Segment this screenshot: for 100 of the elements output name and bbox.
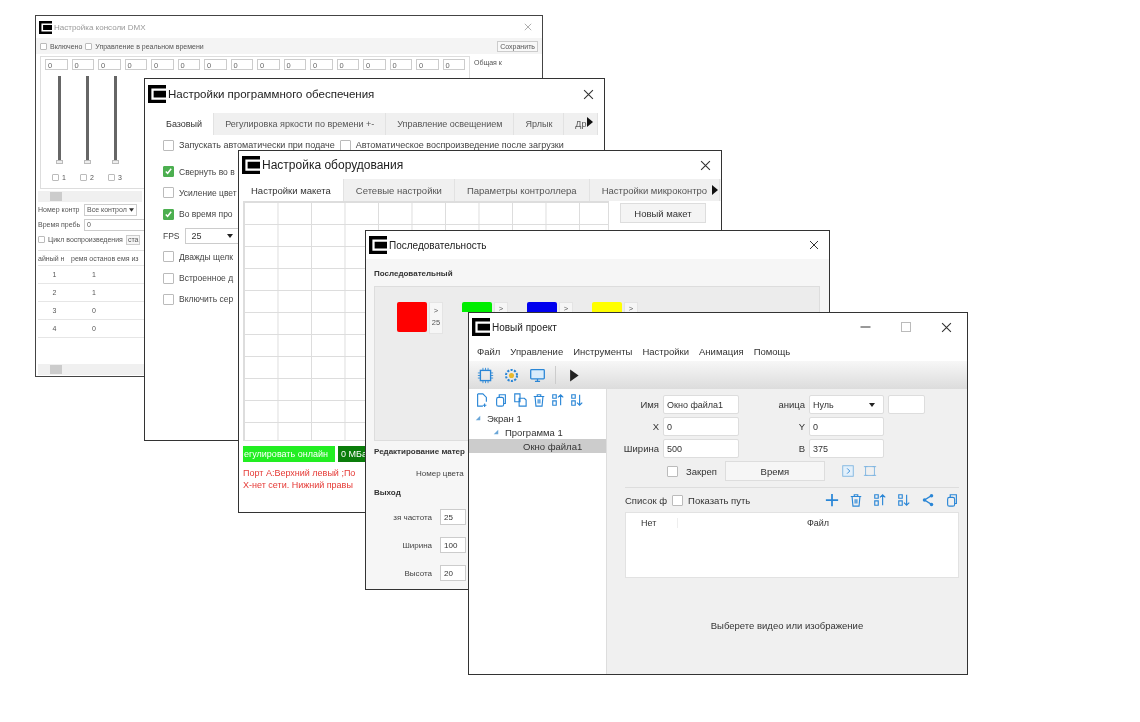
checkbox-label: Запускать автоматически при подаче: [179, 140, 335, 150]
copy-icon[interactable]: [494, 393, 508, 407]
checkbox-label: Закреп: [686, 465, 717, 477]
dropdown-icon: [226, 233, 233, 238]
field-label: зя частота: [392, 512, 432, 522]
copy-icon[interactable]: [945, 493, 959, 507]
duplicate-icon[interactable]: [513, 393, 527, 407]
field-label: Высота: [403, 568, 432, 578]
checkbox[interactable]: [163, 208, 174, 220]
slider-thumb[interactable]: [111, 160, 119, 164]
checkbox[interactable]: [52, 174, 60, 181]
color-swatch[interactable]: [527, 302, 557, 312]
checkbox-label: Свернуть во в: [179, 166, 235, 177]
close-icon: [524, 23, 532, 31]
logo-icon: [472, 318, 490, 336]
field-label: Ширина: [401, 540, 432, 550]
field-label: Y: [797, 421, 805, 432]
monitor-icon[interactable]: [529, 366, 546, 384]
gear-icon[interactable]: [503, 366, 520, 384]
menu-item[interactable]: Помощь: [753, 345, 791, 357]
checkbox[interactable]: [672, 494, 684, 506]
menu-item[interactable]: Инструменты: [573, 345, 633, 357]
y-field[interactable]: 0: [809, 417, 884, 436]
menu-item[interactable]: Управление: [510, 345, 564, 357]
menu-item[interactable]: Настройки: [642, 345, 689, 357]
dropdown-icon: [869, 402, 875, 407]
fit-icon[interactable]: [840, 464, 855, 478]
sort-down-icon[interactable]: [897, 493, 911, 507]
scrollbar[interactable]: [38, 191, 142, 202]
sort-down-icon[interactable]: [570, 393, 584, 407]
scrollbar[interactable]: [38, 364, 146, 375]
section-title: Последовательный: [374, 269, 453, 278]
menu-item[interactable]: Файл: [477, 345, 501, 357]
frame-icon[interactable]: [862, 464, 877, 478]
name-field[interactable]: Окно файла1: [663, 395, 739, 414]
chip-icon[interactable]: [477, 366, 494, 384]
checkbox-label: Показать путь: [688, 494, 751, 506]
field-label: В: [797, 443, 805, 454]
slider-thumb[interactable]: [55, 160, 63, 164]
checkbox[interactable]: [163, 251, 174, 263]
close-icon: [941, 321, 952, 333]
time-button[interactable]: Время: [724, 461, 825, 481]
checkbox[interactable]: [163, 293, 174, 305]
checkbox[interactable]: [163, 272, 174, 284]
column-header: Нет: [626, 518, 678, 528]
slider-track[interactable]: [57, 76, 61, 164]
slider-track[interactable]: [85, 76, 89, 164]
add-icon[interactable]: [825, 493, 839, 507]
checkbox[interactable]: [163, 166, 174, 178]
logo-icon: [369, 236, 387, 254]
border-select[interactable]: Нуль: [809, 395, 884, 414]
new-file-icon[interactable]: [475, 393, 489, 407]
checkbox[interactable]: [163, 187, 174, 199]
tree-item[interactable]: Программа 1: [469, 425, 606, 439]
window-title: Настройка консоли DMX: [54, 22, 146, 32]
checkbox-label: Во время про: [179, 209, 233, 220]
logo-icon: [39, 20, 52, 34]
checkbox[interactable]: [80, 174, 88, 181]
checkbox[interactable]: [108, 174, 116, 181]
expand-icon[interactable]: [493, 429, 499, 435]
input-field[interactable]: [888, 395, 925, 414]
expand-icon[interactable]: [475, 415, 481, 421]
sort-up-icon[interactable]: [551, 393, 565, 407]
slider-track[interactable]: [113, 76, 117, 164]
scroll-arrow-icon[interactable]: [587, 117, 593, 127]
share-icon[interactable]: [921, 493, 935, 507]
field-label: FPS: [163, 230, 180, 241]
input-field[interactable]: 25: [440, 509, 466, 525]
field-label: X: [651, 421, 659, 432]
height-field[interactable]: 375: [809, 439, 884, 458]
x-field[interactable]: 0: [663, 417, 739, 436]
tab[interactable]: Настройки макета: [239, 179, 344, 201]
width-field[interactable]: 500: [663, 439, 739, 458]
field-label: Номер цвета: [416, 469, 464, 478]
checkbox[interactable]: [85, 42, 93, 50]
input-field[interactable]: 100: [440, 537, 466, 553]
menu-item[interactable]: Анимация: [699, 345, 744, 357]
sort-up-icon[interactable]: [873, 493, 887, 507]
tree-item[interactable]: Экран 1: [469, 411, 606, 425]
checkbox-label: Усиление цвет: [179, 187, 237, 198]
tab[interactable]: Базовый: [155, 113, 215, 135]
color-swatch[interactable]: [592, 302, 622, 312]
checkbox[interactable]: [38, 236, 45, 243]
dropdown-icon: [128, 207, 134, 212]
checkbox[interactable]: [163, 139, 174, 151]
checkbox[interactable]: [40, 42, 47, 50]
checkbox-label: Включить сер: [179, 294, 234, 305]
new-layout-button[interactable]: Новый макет: [620, 203, 706, 223]
color-swatch[interactable]: [462, 302, 492, 312]
section-title: Редактирование матер: [374, 447, 465, 456]
slider-thumb[interactable]: [83, 160, 91, 164]
input-field[interactable]: 20: [440, 565, 466, 581]
trash-icon[interactable]: [849, 493, 863, 507]
trash-icon[interactable]: [532, 393, 546, 407]
color-swatch[interactable]: [397, 302, 427, 332]
scroll-arrow-icon[interactable]: [712, 185, 718, 195]
window-title: Настройки программного обеспечения: [168, 88, 375, 100]
tree-item[interactable]: Окно файла1: [469, 439, 606, 453]
minimize-icon: [860, 326, 871, 328]
checkbox[interactable]: [667, 465, 678, 477]
